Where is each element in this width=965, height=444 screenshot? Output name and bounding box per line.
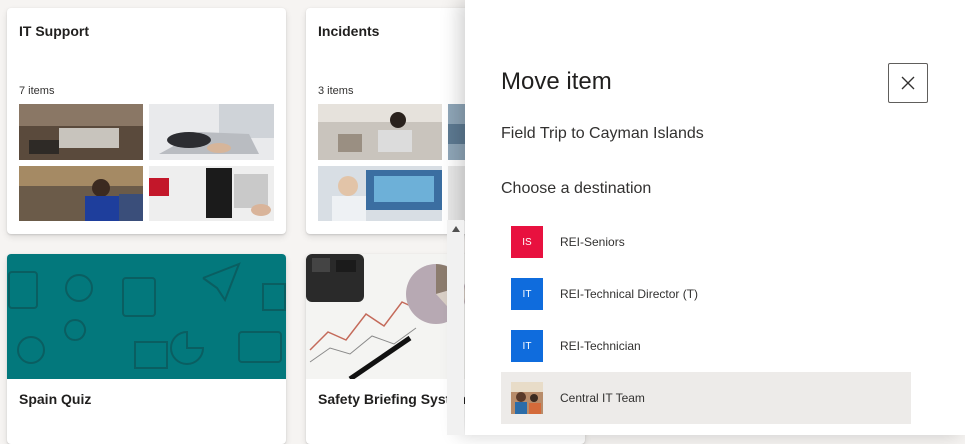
item-count: 7 items — [19, 85, 55, 97]
destination-item[interactable]: Central IT Team — [501, 372, 911, 424]
group-avatar: IS — [511, 226, 543, 258]
move-item-panel: Move item Field Trip to Cayman Islands C… — [465, 0, 965, 435]
pattern-icons — [8, 262, 286, 369]
team-photo — [511, 382, 543, 414]
card-spain-quiz[interactable]: Spain Quiz — [7, 254, 286, 444]
destination-label: REI-Technician — [560, 339, 641, 353]
card-title: Spain Quiz — [19, 391, 92, 407]
destination-label: REI-Technical Director (T) — [560, 287, 699, 301]
card-title: Incidents — [318, 23, 380, 39]
destination-item[interactable]: IT REI-Technical Director (T) — [501, 268, 911, 320]
card-title: IT Support — [19, 23, 89, 39]
item-name: Field Trip to Cayman Islands — [501, 125, 704, 142]
thumbnail-image — [149, 166, 274, 221]
group-avatar: IT — [511, 278, 543, 310]
thumbnail-image — [19, 104, 143, 160]
destination-list: IS REI-Seniors IT REI-Technical Director… — [501, 216, 911, 435]
caret-up-icon — [451, 225, 460, 232]
thumbnail-image — [19, 166, 143, 221]
panel-title: Move item — [501, 68, 612, 95]
close-button[interactable] — [888, 63, 928, 103]
close-icon — [901, 76, 915, 90]
item-count: 3 items — [318, 85, 354, 97]
card-banner — [7, 254, 286, 379]
thumbnail-image — [149, 104, 274, 160]
group-avatar: IT — [511, 330, 543, 362]
destination-label: Central IT Team — [560, 391, 645, 405]
scroll-up-arrow[interactable] — [447, 220, 464, 237]
choose-destination-label: Choose a destination — [501, 180, 652, 197]
destination-item[interactable]: IS REI-Seniors — [501, 216, 911, 268]
thumbnail-image — [318, 104, 442, 160]
scrollbar[interactable] — [447, 220, 464, 435]
card-it-support[interactable]: IT Support 7 items — [7, 8, 286, 234]
destination-label: REI-Seniors — [560, 235, 625, 249]
destination-item[interactable]: IT REI-Technician — [501, 320, 911, 372]
thumbnail-image — [318, 166, 442, 221]
charts-photo — [306, 254, 466, 382]
